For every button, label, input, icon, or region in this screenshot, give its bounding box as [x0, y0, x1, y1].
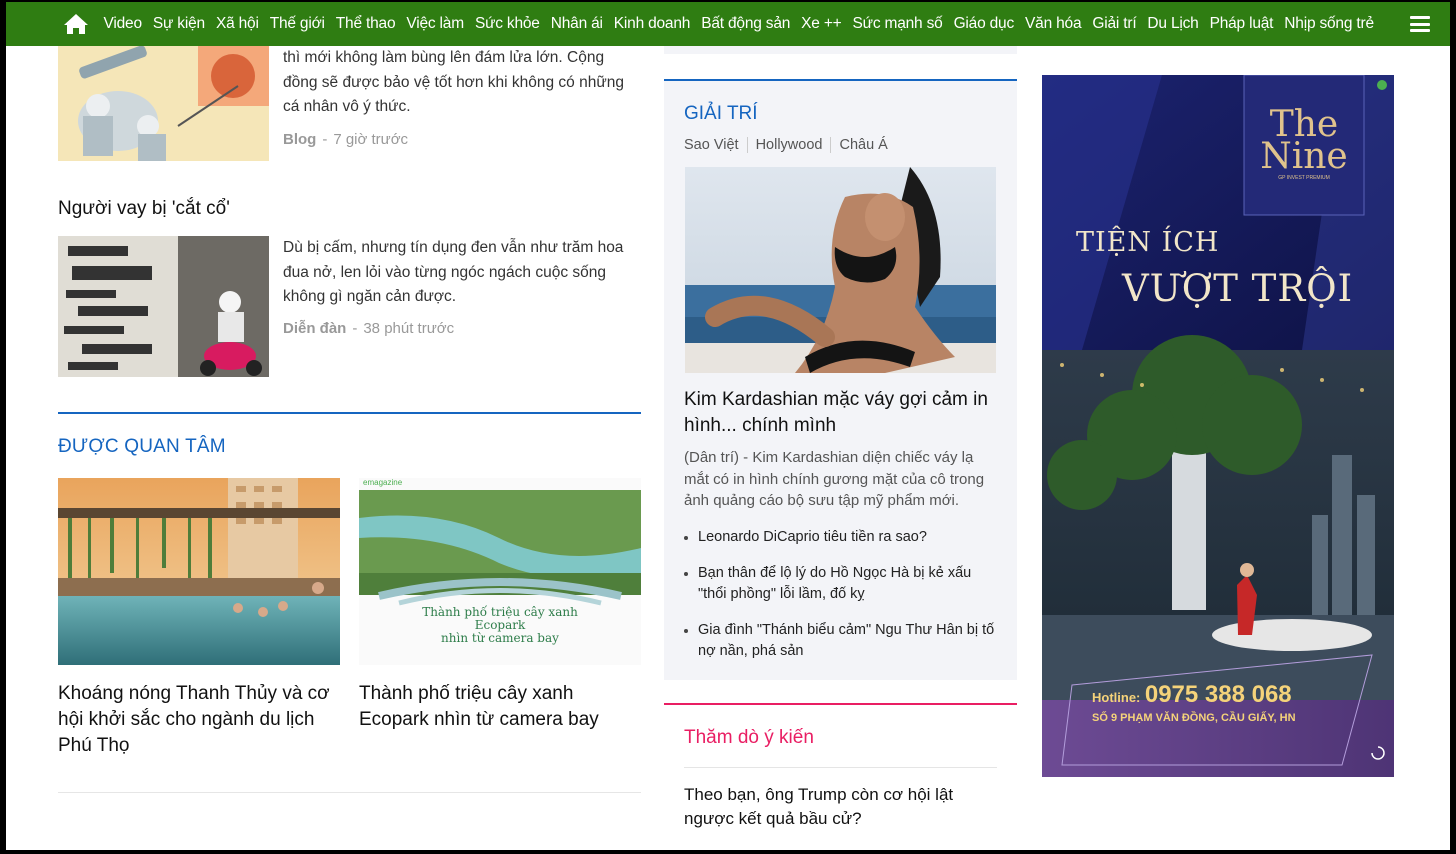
- page: Video Sự kiện Xã hội Thế giới Thể thao V…: [6, 2, 1450, 850]
- subcat-hollywood[interactable]: Hollywood: [756, 137, 832, 153]
- story-blog-thumbnail[interactable]: [58, 46, 269, 161]
- giai-tri-box: GIẢI TRÍ Sao Việt Hollywood Châu Á Kim K…: [664, 79, 1017, 680]
- ad-hotline-label: Hotline:: [1092, 690, 1141, 705]
- story-dien-dan: Dù bị cấm, nhưng tín dụng đen vẫn như tr…: [58, 236, 641, 378]
- giai-tri-headline[interactable]: Kim Kardashian mặc váy gợi cảm in hình..…: [684, 387, 1004, 439]
- nav-item-kinh-doanh[interactable]: Kinh doanh: [608, 15, 695, 33]
- featured-card-image[interactable]: [58, 478, 340, 665]
- ecopark-image-caption: Thành phố triệu cây xanh Ecopark nhìn từ…: [359, 606, 641, 645]
- divider: [58, 792, 641, 793]
- nav-items: Video Sự kiện Xã hội Thế giới Thể thao V…: [98, 2, 1379, 46]
- meta-separator: -: [352, 320, 358, 337]
- ad-headline-2: VƯỢT TRỘI: [1122, 267, 1354, 310]
- story-blog-excerpt[interactable]: thì mới không làm bùng lên đám lửa lớn. …: [283, 46, 633, 120]
- featured-card-ecopark[interactable]: emagazine Thành phố triệu cây xanh Ecopa…: [359, 478, 641, 733]
- nav-item-giai-tri[interactable]: Giải trí: [1087, 15, 1142, 33]
- nav-item-van-hoa[interactable]: Văn hóa: [1020, 15, 1087, 33]
- nav-item-nhip-song-tre[interactable]: Nhịp sống trẻ: [1279, 15, 1380, 33]
- nav-item-du-lich[interactable]: Du Lịch: [1142, 15, 1204, 33]
- nav-item-viec-lam[interactable]: Việc làm: [401, 15, 470, 33]
- story-blog-time: 7 giờ trước: [333, 131, 409, 148]
- poll-divider: [684, 767, 997, 768]
- nav-item-bat-dong-san[interactable]: Bất động sản: [696, 15, 796, 33]
- story-title[interactable]: Người vay bị 'cắt cổ': [58, 198, 230, 220]
- story-dien-dan-meta: Diễn đàn -38 phút trước: [283, 320, 454, 337]
- nav-item-video[interactable]: Video: [98, 15, 147, 33]
- subcat-sao-viet[interactable]: Sao Việt: [684, 137, 748, 153]
- meta-separator: -: [322, 131, 328, 148]
- nav-item-the-gioi[interactable]: Thế giới: [264, 15, 330, 33]
- section-title-duoc-quan-tam[interactable]: ĐƯỢC QUAN TÂM: [58, 436, 226, 458]
- ad-hotline-number: 0975 388 068: [1144, 681, 1292, 708]
- top-nav: Video Sự kiện Xã hội Thế giới Thể thao V…: [6, 2, 1450, 46]
- section-rule: [58, 412, 641, 414]
- nav-item-phap-luat[interactable]: Pháp luật: [1204, 15, 1279, 33]
- nav-item-xa-hoi[interactable]: Xã hội: [210, 15, 264, 33]
- ecopark-caption-line-3: nhìn từ camera bay: [441, 631, 559, 645]
- story-dien-dan-category[interactable]: Diễn đàn: [283, 320, 346, 337]
- featured-card-thanh-thuy[interactable]: Khoáng nóng Thanh Thủy và cơ hội khởi sắ…: [58, 478, 340, 759]
- story-blog-category[interactable]: Blog: [283, 131, 316, 148]
- giai-tri-description: (Dân trí) - Kim Kardashian diện chiếc vá…: [684, 449, 985, 509]
- ad-hotline: Hotline: 0975 388 068: [1092, 681, 1292, 709]
- giai-tri-label[interactable]: GIẢI TRÍ: [684, 103, 758, 125]
- nav-item-giao-duc[interactable]: Giáo dục: [948, 15, 1019, 33]
- poll-box: Thăm dò ý kiến Theo bạn, ông Trump còn c…: [664, 703, 1017, 850]
- ad-address: SỐ 9 PHẠM VĂN ĐỒNG, CẦU GIẤY, HN: [1092, 712, 1296, 724]
- featured-card-image[interactable]: emagazine Thành phố triệu cây xanh Ecopa…: [359, 478, 641, 665]
- nav-item-su-kien[interactable]: Sự kiện: [147, 15, 210, 33]
- story-dien-dan-thumbnail[interactable]: [58, 236, 269, 377]
- home-icon[interactable]: [62, 12, 90, 36]
- nav-item-the-thao[interactable]: Thể thao: [330, 15, 401, 33]
- story-dien-dan-time: 38 phút trước: [363, 320, 455, 337]
- ad-headline-1: TIỆN ÍCH: [1076, 227, 1220, 258]
- giai-tri-related-list: Leonardo DiCaprio tiêu tiền ra sao? Bạn …: [684, 527, 1002, 677]
- hamburger-menu-icon[interactable]: [1410, 16, 1430, 32]
- related-link[interactable]: Gia đình "Thánh biểu cảm" Ngu Thư Hân bị…: [684, 620, 1002, 663]
- nav-item-suc-khoe[interactable]: Sức khỏe: [469, 15, 545, 33]
- mid-top-strip: [664, 46, 1017, 54]
- subcat-chau-a[interactable]: Châu Á: [839, 137, 895, 153]
- ad-brand-logo: The Nine: [1260, 104, 1348, 177]
- ad-brand-sub: GP INVEST PREMIUM: [1278, 175, 1330, 181]
- related-link[interactable]: Leonardo DiCaprio tiêu tiền ra sao?: [684, 527, 1002, 549]
- story-dien-dan-excerpt[interactable]: Dù bị cấm, nhưng tín dụng đen vẫn như tr…: [283, 236, 633, 310]
- nav-item-xe[interactable]: Xe ++: [796, 15, 847, 33]
- giai-tri-image[interactable]: [685, 167, 996, 373]
- story-blog-meta: Blog -7 giờ trước: [283, 131, 408, 148]
- related-link[interactable]: Bạn thân để lộ lý do Hồ Ngọc Hà bị kẻ xấ…: [684, 563, 1002, 606]
- featured-card-title[interactable]: Khoáng nóng Thanh Thủy và cơ hội khởi sắ…: [58, 681, 340, 759]
- poll-title[interactable]: Thăm dò ý kiến: [684, 727, 814, 749]
- emagazine-tag: emagazine: [363, 478, 403, 487]
- giai-tri-subcategories: Sao Việt Hollywood Châu Á: [684, 137, 904, 153]
- advertisement-banner[interactable]: The Nine GP INVEST PREMIUM TIỆN ÍCH VƯỢT…: [1042, 75, 1394, 777]
- featured-card-title[interactable]: Thành phố triệu cây xanh Ecopark nhìn từ…: [359, 681, 641, 733]
- story-blog: thì mới không làm bùng lên đám lửa lớn. …: [58, 46, 641, 166]
- poll-question[interactable]: Theo bạn, ông Trump còn cơ hội lật ngược…: [684, 783, 984, 831]
- nav-item-nhan-ai[interactable]: Nhân ái: [545, 15, 608, 33]
- nav-item-suc-manh-so[interactable]: Sức mạnh số: [847, 15, 948, 33]
